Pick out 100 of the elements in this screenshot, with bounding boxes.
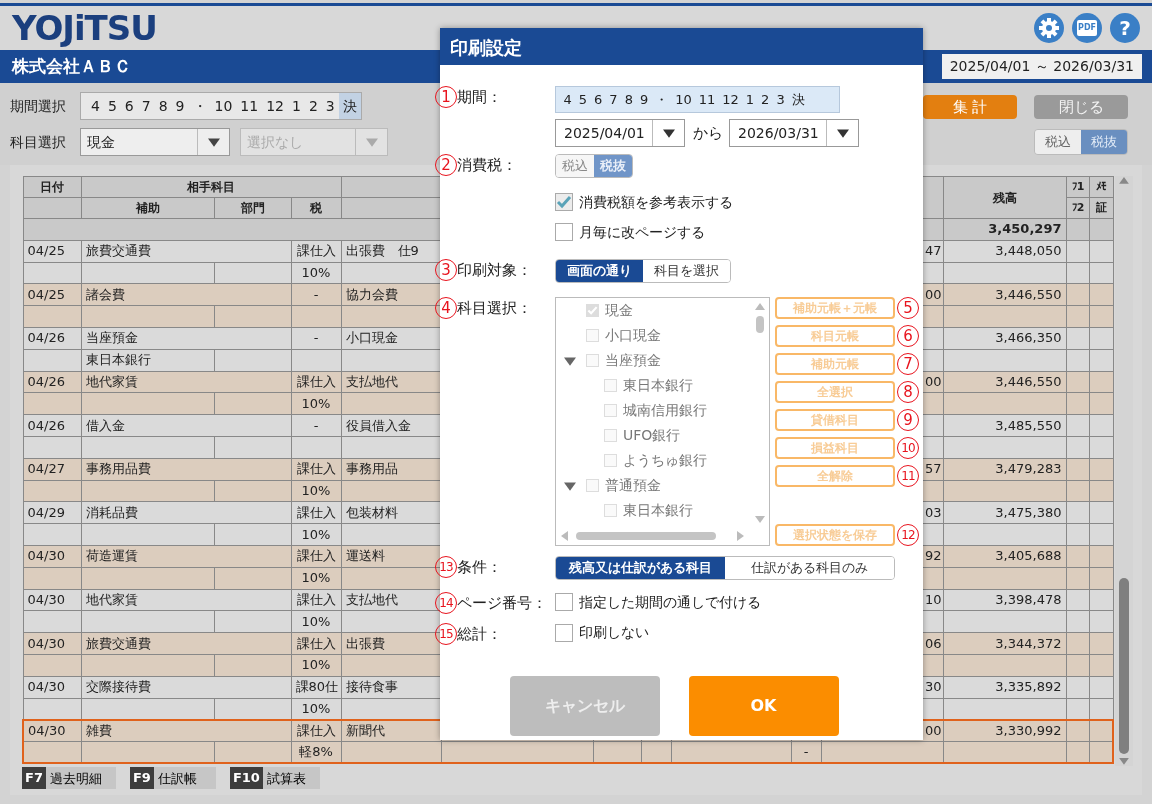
condition-option[interactable]: 残高又は仕訳がある科目 <box>556 557 725 579</box>
caret-icon <box>207 136 220 148</box>
tax-toggle-option[interactable]: 税込 <box>1035 130 1081 154</box>
field-label: 期間選択 <box>10 96 67 116</box>
checkbox[interactable] <box>555 623 573 642</box>
scroll-up-icon <box>1119 176 1129 186</box>
checkbox-label: 指定した期間の通しで付ける <box>579 592 761 612</box>
month-option[interactable]: 6 <box>590 87 606 112</box>
period-selector[interactable]: 4 5 6 7 8 9 ・ 10 11 12 1 2 3 決 <box>555 86 840 113</box>
table-cell: 諸会費 <box>81 283 291 306</box>
field-label: 印刷対象： <box>457 260 532 281</box>
column-header: ﾒﾓ <box>1089 176 1113 198</box>
scrollbar-thumb[interactable] <box>1119 577 1129 755</box>
pdf-icon[interactable]: PDF <box>1072 13 1102 43</box>
month-option[interactable]: 8 <box>621 87 637 112</box>
company-name: 株式会社ＡＢＣ <box>12 54 131 78</box>
table-cell: 04/27 <box>23 458 81 481</box>
month-option[interactable]: ・ <box>188 93 211 119</box>
column-header: ﾌ1 <box>1066 176 1089 198</box>
function-key-button[interactable]: F10 試算表 <box>229 767 320 790</box>
column-header: 残高 <box>943 176 1066 219</box>
scroll-down-icon <box>755 514 765 524</box>
month-option[interactable]: ・ <box>651 87 672 112</box>
scroll-up-icon <box>755 302 765 312</box>
month-option[interactable]: 12 <box>718 87 743 112</box>
table-cell: 04/29 <box>23 501 81 524</box>
month-option[interactable]: 5 <box>575 87 591 112</box>
table-cell: 04/25 <box>23 283 81 306</box>
month-option[interactable]: 2 <box>757 87 773 112</box>
month-option[interactable]: 9 <box>171 93 189 119</box>
month-option[interactable]: 10 <box>210 93 237 119</box>
month-option[interactable]: 1 <box>742 87 758 112</box>
table-cell: 消耗品費 <box>81 501 291 524</box>
print-target-option[interactable]: 画面の通り <box>556 260 643 282</box>
period-range: 2025/04/01 ～ 2026/03/31 <box>941 54 1142 79</box>
table-cell: 事務用品費 <box>81 458 291 481</box>
table-cell: 04/30 <box>23 719 81 742</box>
field-label: 科目選択： <box>457 298 532 319</box>
table-cell: 当座預金 <box>81 327 291 350</box>
month-option[interactable]: 決 <box>338 93 361 119</box>
function-key-button[interactable]: F7 過去明細 <box>22 767 116 790</box>
month-option[interactable]: 7 <box>605 87 622 112</box>
month-option[interactable]: 11 <box>695 87 719 112</box>
table-cell: 04/30 <box>23 676 81 699</box>
caret-icon <box>662 127 675 139</box>
scroll-right-icon <box>735 531 745 541</box>
table-cell: 3,330,992 <box>943 719 1066 742</box>
function-key-button[interactable]: F9 仕訳帳 <box>129 767 216 790</box>
field-label: 総計： <box>457 623 502 645</box>
table-cell: 04/30 <box>23 632 81 655</box>
month-option[interactable]: 3 <box>321 93 339 119</box>
month-option[interactable]: 2 <box>304 93 322 119</box>
checkbox[interactable] <box>555 223 573 241</box>
date-select[interactable]: 2025/04/01 <box>555 119 685 147</box>
table-cell: 04/26 <box>23 414 81 437</box>
table-cell: 借入金 <box>81 414 291 437</box>
table-cell: 04/26 <box>23 371 81 393</box>
month-option[interactable]: 6 <box>120 93 138 119</box>
caret-icon <box>365 136 378 148</box>
month-option[interactable]: 4 <box>87 93 104 119</box>
table-cell: 雑費 <box>81 719 291 742</box>
month-option[interactable]: 4 <box>560 87 576 112</box>
table-cell: 旅費交通費 <box>81 632 291 655</box>
date-select[interactable]: 2026/03/31 <box>729 119 859 147</box>
caret-icon <box>836 127 849 139</box>
dialog-title: 印刷設定 <box>440 28 923 65</box>
checkbox[interactable] <box>555 593 573 611</box>
month-option[interactable]: 8 <box>154 93 172 119</box>
settings-icon[interactable] <box>1034 13 1064 43</box>
month-option[interactable]: 決 <box>788 87 809 112</box>
checkbox[interactable] <box>555 193 573 211</box>
checkbox-label: 月毎に改ページする <box>579 222 705 242</box>
table-cell: 荷造運賃 <box>81 545 291 568</box>
month-option[interactable]: 3 <box>772 87 789 112</box>
field-label: 消費税： <box>457 155 517 176</box>
month-option[interactable]: 1 <box>288 93 305 119</box>
table-cell: 交際接待費 <box>81 676 291 699</box>
table-cell: 地代家賃 <box>81 371 291 393</box>
column-header: 日付 <box>23 176 81 198</box>
table-cell: 地代家賃 <box>81 589 291 611</box>
account-select[interactable]: 現金 <box>80 128 230 156</box>
table-cell: 新聞代 <box>341 719 441 742</box>
month-option[interactable]: 12 <box>262 93 288 119</box>
month-option[interactable]: 10 <box>671 87 696 112</box>
month-option[interactable]: 9 <box>636 87 652 112</box>
month-option[interactable]: 5 <box>103 93 121 119</box>
logo: YOJiTSU <box>12 11 157 45</box>
scroll-left-icon <box>560 531 570 541</box>
period-selector[interactable]: 4 5 6 7 8 9 ・ 10 11 12 1 2 3 決 <box>80 92 362 120</box>
field-label: 期間： <box>457 87 502 108</box>
table-cell: 04/26 <box>23 327 81 350</box>
help-icon[interactable]: ? <box>1110 13 1140 43</box>
column-header: 相手科目 <box>81 176 341 198</box>
month-option[interactable]: 11 <box>236 93 263 119</box>
table-cell: 課仕入 <box>291 719 341 742</box>
table-cell: 04/30 <box>23 545 81 568</box>
checkbox-label: 消費税額を参考表示する <box>579 192 733 212</box>
range-connector: から <box>693 122 723 144</box>
table-cell: 旅費交通費 <box>81 240 291 263</box>
month-option[interactable]: 7 <box>137 93 155 119</box>
